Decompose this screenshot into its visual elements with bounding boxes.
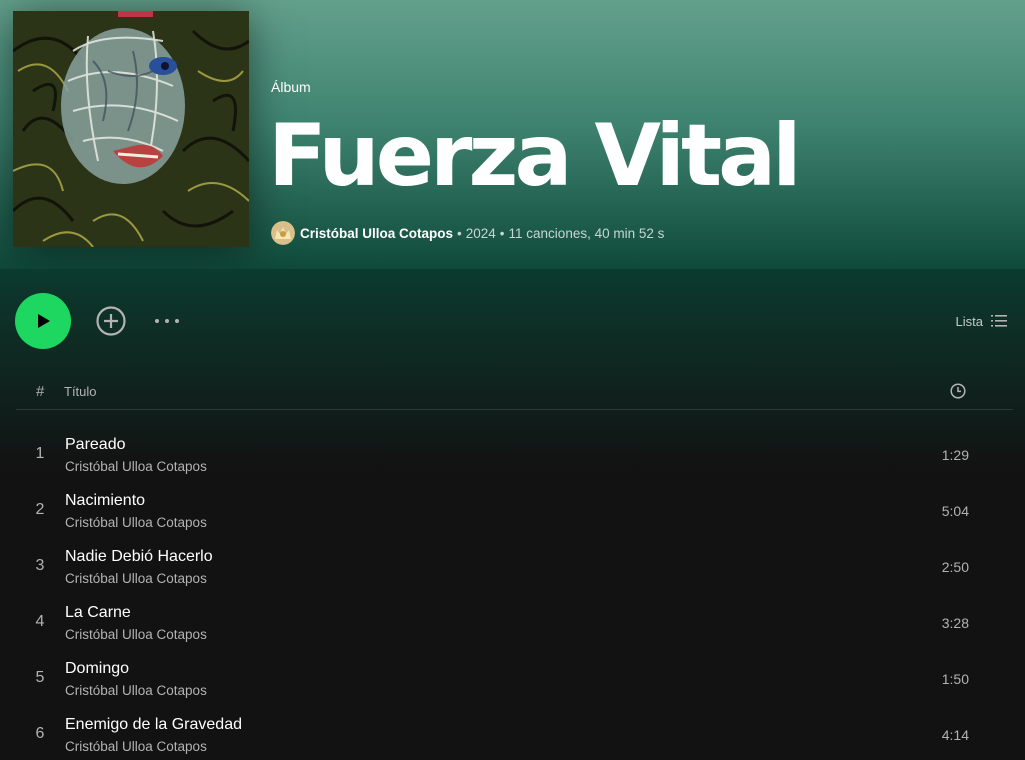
album-header: Álbum Fuerza Vital Cristóbal Ulloa Cotap… <box>0 0 1025 269</box>
track-artist[interactable]: Cristóbal Ulloa Cotapos <box>65 739 207 754</box>
album-page: Álbum Fuerza Vital Cristóbal Ulloa Cotap… <box>0 0 1025 760</box>
track-row[interactable]: 5 Domingo Cristóbal Ulloa Cotapos 1:50 <box>16 651 1013 707</box>
track-artist[interactable]: Cristóbal Ulloa Cotapos <box>65 515 207 530</box>
column-duration <box>950 383 966 402</box>
column-title: Título <box>64 384 97 399</box>
track-row[interactable]: 3 Nadie Debió Hacerlo Cristóbal Ulloa Co… <box>16 539 1013 595</box>
track-duration: 1:50 <box>941 671 969 687</box>
track-list: 1 Pareado Cristóbal Ulloa Cotapos 1:29 2… <box>16 427 1013 760</box>
meta-separator: • <box>499 225 505 241</box>
track-title[interactable]: Domingo <box>65 660 129 678</box>
album-year: 2024 <box>465 225 496 241</box>
track-list-header: # Título <box>16 374 1013 410</box>
track-artist[interactable]: Cristóbal Ulloa Cotapos <box>65 571 207 586</box>
more-options-button[interactable] <box>150 308 184 334</box>
track-artist[interactable]: Cristóbal Ulloa Cotapos <box>65 459 207 474</box>
album-type-label: Álbum <box>271 79 311 95</box>
track-title[interactable]: La Carne <box>65 604 131 622</box>
play-button[interactable] <box>15 293 71 349</box>
track-row[interactable]: 6 Enemigo de la Gravedad Cristóbal Ulloa… <box>16 707 1013 760</box>
track-title[interactable]: Nadie Debió Hacerlo <box>65 548 213 566</box>
meta-separator: • <box>457 225 462 241</box>
artist-avatar[interactable] <box>271 221 295 245</box>
more-dots-icon <box>155 319 179 323</box>
view-toggle[interactable]: Lista <box>956 311 1007 331</box>
album-title: Fuerza Vital <box>268 106 802 206</box>
view-label: Lista <box>955 313 983 329</box>
track-title[interactable]: Pareado <box>65 436 126 454</box>
track-duration: 1:29 <box>941 447 969 463</box>
track-number: 1 <box>35 445 45 462</box>
track-number: 5 <box>35 669 45 686</box>
track-title[interactable]: Nacimiento <box>65 492 145 510</box>
play-icon <box>38 314 50 328</box>
album-meta: Cristóbal Ulloa Cotapos • 2024 • 11 canc… <box>271 221 664 245</box>
list-icon <box>991 315 1007 327</box>
track-duration: 4:14 <box>941 727 969 743</box>
track-title[interactable]: Enemigo de la Gravedad <box>65 716 242 734</box>
album-stats: 11 canciones, 40 min 52 s <box>508 225 665 241</box>
add-circle-icon <box>96 306 126 336</box>
track-number: 6 <box>35 725 45 742</box>
track-row[interactable]: 4 La Carne Cristóbal Ulloa Cotapos 3:28 <box>16 595 1013 651</box>
clock-icon <box>950 383 966 399</box>
track-number: 4 <box>35 613 45 630</box>
add-to-library-button[interactable] <box>95 305 127 337</box>
track-duration: 3:28 <box>941 615 969 631</box>
album-cover[interactable] <box>13 11 249 247</box>
artist-link[interactable]: Cristóbal Ulloa Cotapos <box>300 226 453 241</box>
track-duration: 2:50 <box>941 559 969 575</box>
track-row[interactable]: 2 Nacimiento Cristóbal Ulloa Cotapos 5:0… <box>16 483 1013 539</box>
track-artist[interactable]: Cristóbal Ulloa Cotapos <box>65 683 207 698</box>
column-number: # <box>36 383 45 400</box>
track-number: 3 <box>35 557 45 574</box>
track-number: 2 <box>35 501 45 518</box>
track-row[interactable]: 1 Pareado Cristóbal Ulloa Cotapos 1:29 <box>16 427 1013 483</box>
track-artist[interactable]: Cristóbal Ulloa Cotapos <box>65 627 207 642</box>
track-duration: 5:04 <box>941 503 969 519</box>
